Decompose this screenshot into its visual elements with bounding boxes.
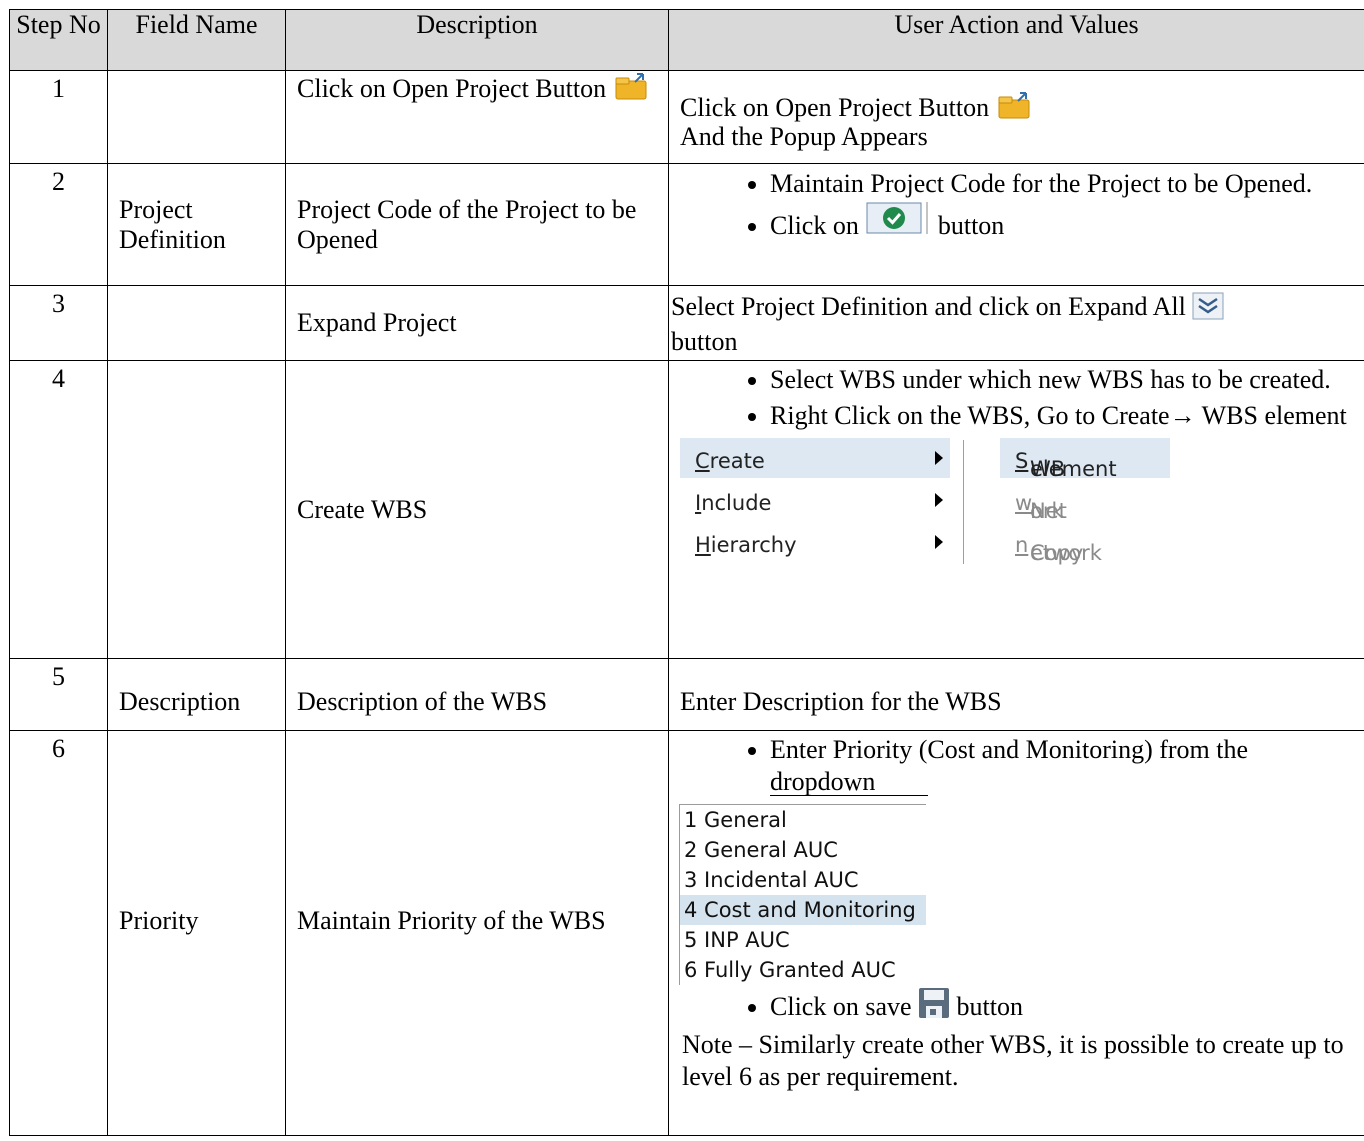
dropdown-option-selected[interactable]: 4 Cost and Monitoring bbox=[680, 895, 926, 925]
table-row-step-3: 3 Expand Project Select Project Definiti… bbox=[9, 285, 1364, 361]
priority-dropdown-list[interactable]: 1 General 2 General AUC 3 Incidental AUC… bbox=[679, 804, 926, 985]
field-name-cell: Project Definition bbox=[107, 163, 286, 286]
description-cell: Click on Open Project Button bbox=[285, 70, 669, 164]
description-cell: Expand Project bbox=[285, 285, 669, 361]
description-text: Project Code of the Project to be Opened bbox=[297, 194, 637, 254]
submenu-arrow-icon bbox=[935, 535, 943, 549]
submenu-arrow-icon bbox=[935, 493, 943, 507]
action-cell: Enter Priority (Cost and Monitoring) fro… bbox=[668, 730, 1364, 1136]
action-cell: Maintain Project Code for the Project to… bbox=[668, 163, 1364, 286]
bullet-text: button bbox=[956, 992, 1023, 1021]
bullet-item: Select WBS under which new WBS has to be… bbox=[770, 364, 1353, 396]
action-bullets: Maintain Project Code for the Project to… bbox=[680, 168, 1353, 244]
field-name-cell bbox=[107, 360, 286, 659]
context-menu: Create Include Hierarchy WB S element Net… bbox=[680, 438, 1170, 565]
action-bullets: Click on save button bbox=[680, 987, 1353, 1027]
procedure-table-wrapper: Step No Field Name Description User Acti… bbox=[9, 9, 1364, 1136]
header-field-name: Field Name bbox=[107, 9, 286, 71]
action-cell: Click on Open Project Button And the Pop… bbox=[668, 70, 1364, 164]
dropdown-option[interactable]: 6 Fully Granted AUC bbox=[680, 955, 926, 985]
action-cell: Select Project Definition and click on E… bbox=[668, 285, 1364, 361]
open-project-icon bbox=[996, 91, 1036, 128]
action-line-1: Click on Open Project Button bbox=[680, 93, 990, 122]
step-number: 2 bbox=[9, 163, 108, 286]
action-bullets: Select WBS under which new WBS has to be… bbox=[680, 364, 1353, 432]
submenu-item-network: Net w ork bbox=[1015, 491, 1067, 523]
dropdown-option[interactable]: 1 General bbox=[680, 805, 926, 835]
description-text: Click on Open Project Button bbox=[297, 74, 607, 103]
menu-separator bbox=[963, 440, 964, 564]
step-number: 4 bbox=[9, 360, 108, 659]
description-text: Maintain Priority of the WBS bbox=[297, 905, 606, 935]
action-text-post: button bbox=[671, 327, 738, 356]
bullet-item: Enter Priority (Cost and Monitoring) fro… bbox=[770, 734, 1353, 798]
header-step-no: Step No bbox=[9, 9, 108, 71]
field-name-text: Project Definition bbox=[119, 194, 226, 254]
step-number: 6 bbox=[9, 730, 108, 1136]
description-cell: Create WBS bbox=[285, 360, 669, 659]
action-text: Select Project Definition and click on E… bbox=[671, 292, 1186, 321]
note-text: Note – Similarly create other WBS, it is… bbox=[682, 1030, 1344, 1091]
description-text: Expand Project bbox=[297, 308, 457, 337]
table-row-step-1: 1 Click on Open Project Button Click on … bbox=[9, 70, 1364, 164]
description-cell: Project Code of the Project to be Opened bbox=[285, 163, 669, 286]
expand-all-icon bbox=[1192, 292, 1224, 327]
bullet-item: Maintain Project Code for the Project to… bbox=[770, 168, 1353, 200]
continue-check-icon bbox=[865, 202, 931, 244]
bullet-item: Click on button bbox=[770, 202, 1353, 244]
step-number: 5 bbox=[9, 658, 108, 731]
field-name-cell: Priority bbox=[107, 730, 286, 1136]
field-name-cell: Description bbox=[107, 658, 286, 731]
header-user-action: User Action and Values bbox=[668, 9, 1364, 71]
step-number: 3 bbox=[9, 285, 108, 361]
description-cell: Description of the WBS bbox=[285, 658, 669, 731]
bullet-item: Click on save button bbox=[770, 987, 1353, 1027]
bullet-text: button bbox=[937, 211, 1005, 240]
field-name-text: Description bbox=[119, 686, 241, 716]
submenu-arrow-icon bbox=[935, 451, 943, 465]
header-description: Description bbox=[285, 9, 669, 71]
field-name-cell bbox=[107, 285, 286, 361]
bullet-item: Right Click on the WBS, Go to Create→ WB… bbox=[770, 400, 1353, 432]
table-row-step-5: 5 Description Description of the WBS Ent… bbox=[9, 658, 1364, 731]
description-text: Description of the WBS bbox=[297, 686, 548, 716]
header-row: Step No Field Name Description User Acti… bbox=[9, 9, 1364, 71]
dropdown-option[interactable]: 2 General AUC bbox=[680, 835, 926, 865]
menu-item-include[interactable]: Include bbox=[680, 480, 950, 520]
procedure-table: Step No Field Name Description User Acti… bbox=[9, 9, 1364, 1136]
description-text: Create WBS bbox=[297, 494, 428, 524]
menu-item-hierarchy[interactable]: Hierarchy bbox=[680, 522, 950, 562]
submenu-item-wbs-element[interactable]: WB S element bbox=[1000, 438, 1170, 481]
field-name-text: Priority bbox=[119, 905, 199, 935]
step-number: 1 bbox=[9, 70, 108, 164]
table-row-step-6: 6 Priority Maintain Priority of the WBS … bbox=[9, 730, 1364, 1136]
description-cell: Maintain Priority of the WBS bbox=[285, 730, 669, 1136]
action-cell: Select WBS under which new WBS has to be… bbox=[668, 360, 1364, 659]
action-text: Enter Description for the WBS bbox=[680, 686, 1002, 716]
action-cell: Enter Description for the WBS bbox=[668, 658, 1364, 731]
field-name-cell bbox=[107, 70, 286, 164]
table-row-step-4: 4 Create WBS Select WBS under which new … bbox=[9, 360, 1364, 659]
bullet-text: Click on save bbox=[770, 992, 912, 1021]
submenu-item-copy-network: Copy n etwork bbox=[1015, 533, 1102, 565]
dropdown-option[interactable]: 5 INP AUC bbox=[680, 925, 926, 955]
dropdown-top-rule bbox=[770, 795, 928, 796]
table-row-step-2: 2 Project Definition Project Code of the… bbox=[9, 163, 1364, 286]
dropdown-option[interactable]: 3 Incidental AUC bbox=[680, 865, 926, 895]
menu-item-create[interactable]: Create bbox=[680, 438, 950, 478]
action-bullets: Enter Priority (Cost and Monitoring) fro… bbox=[680, 734, 1353, 798]
save-icon bbox=[918, 987, 950, 1027]
bullet-text: Click on bbox=[770, 211, 859, 240]
open-project-icon bbox=[613, 72, 653, 110]
